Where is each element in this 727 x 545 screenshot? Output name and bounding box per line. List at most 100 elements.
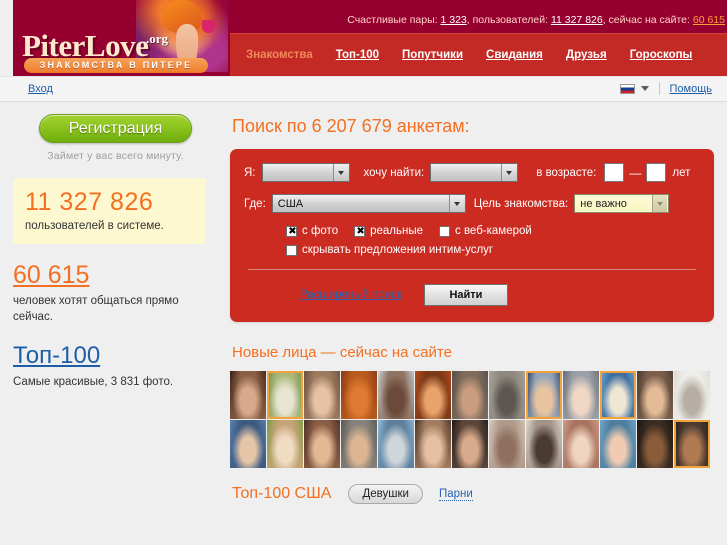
photo-22[interactable] bbox=[526, 420, 562, 468]
photo-25[interactable] bbox=[637, 420, 673, 468]
site-logo[interactable]: PiterLove .org ЗНАКОМСТВА В ПИТЕРЕ bbox=[13, 0, 230, 76]
label-hide-intim: скрывать предложения интим-услуг bbox=[302, 244, 494, 256]
checkbox-real[interactable] bbox=[354, 225, 366, 238]
photo-7[interactable] bbox=[452, 371, 488, 419]
country-select[interactable]: США bbox=[271, 194, 466, 213]
photo-24[interactable] bbox=[600, 420, 636, 468]
goal-select[interactable]: не важно bbox=[574, 194, 670, 213]
label-where: Где: bbox=[244, 197, 266, 210]
tab-boys[interactable]: Парни bbox=[438, 488, 473, 501]
label-real: реальные bbox=[370, 225, 423, 237]
photo-3[interactable] bbox=[304, 371, 340, 419]
stats-online-value[interactable]: 60 615 bbox=[693, 14, 725, 26]
new-faces-title: Новые лица — сейчас на сайте bbox=[232, 344, 452, 361]
photo-20[interactable] bbox=[452, 420, 488, 468]
nav-item-goroskopy[interactable]: Гороскопы bbox=[630, 49, 693, 61]
photo-6[interactable] bbox=[415, 371, 451, 419]
photo-23[interactable] bbox=[563, 420, 599, 468]
online-count-caption: человек хотят общаться прямо сейчас. bbox=[13, 295, 179, 323]
chevron-down-icon bbox=[448, 195, 464, 212]
stats-users-label: , пользователей: bbox=[466, 14, 549, 26]
site-stats: Счастливые пары: 1 323, пользователей: 1… bbox=[347, 14, 725, 26]
nav-item-druzya[interactable]: Друзья bbox=[566, 49, 607, 61]
chevron-down-icon bbox=[332, 164, 348, 181]
online-count-block: 60 615 человек хотят общаться прямо сейч… bbox=[13, 261, 218, 325]
register-subtext: Займет у вас всего минуту. bbox=[47, 150, 184, 162]
site-header: PiterLove .org ЗНАКОМСТВА В ПИТЕРЕ Счаст… bbox=[0, 0, 727, 76]
search-panel: Я: хочу найти: в возрасте: — лет Где: СШ… bbox=[230, 149, 714, 322]
photo-15[interactable] bbox=[267, 420, 303, 468]
chevron-down-icon bbox=[501, 164, 517, 181]
photo-10[interactable] bbox=[563, 371, 599, 419]
chevron-down-icon[interactable] bbox=[640, 86, 649, 91]
login-bar: Вход Помощь bbox=[0, 76, 727, 102]
logo-tagline: ЗНАКОМСТВА В ПИТЕРЕ bbox=[24, 58, 208, 73]
label-find: хочу найти: bbox=[363, 166, 425, 179]
photo-19[interactable] bbox=[415, 420, 451, 468]
label-age: в возрасте: bbox=[536, 166, 597, 179]
main-navigation: Знакомства Топ-100 Попутчики Свидания Др… bbox=[230, 33, 727, 76]
nav-item-svidaniya[interactable]: Свидания bbox=[486, 49, 543, 61]
stats-couples-value[interactable]: 1 323 bbox=[440, 14, 466, 26]
age-dash: — bbox=[629, 165, 642, 180]
photo-2[interactable] bbox=[267, 371, 303, 419]
find-button[interactable]: Найти bbox=[423, 284, 508, 306]
photo-5[interactable] bbox=[378, 371, 414, 419]
goal-value: не важно bbox=[580, 197, 627, 210]
login-link[interactable]: Вход bbox=[28, 83, 53, 95]
photo-11[interactable] bbox=[600, 371, 636, 419]
checkbox-webcam[interactable] bbox=[439, 225, 450, 237]
online-count-value[interactable]: 60 615 bbox=[13, 261, 218, 289]
language-selector[interactable]: Помощь bbox=[619, 82, 713, 95]
label-goal: Цель знакомства: bbox=[473, 197, 569, 210]
gender-me-select[interactable] bbox=[261, 163, 350, 182]
search-row-location: Где: США Цель знакомства: не важно bbox=[230, 194, 714, 213]
photo-26[interactable] bbox=[674, 420, 710, 468]
photo-13[interactable] bbox=[674, 371, 710, 419]
search-filters-row-1: с фото реальные с веб-камерой bbox=[230, 225, 714, 238]
top100-block: Топ-100 Самые красивые, 3 831 фото. bbox=[13, 342, 218, 390]
age-to-input[interactable] bbox=[646, 163, 667, 182]
tab-girls[interactable]: Девушки bbox=[348, 484, 423, 504]
logo-wordmark: PiterLove bbox=[22, 28, 149, 63]
nav-item-top100[interactable]: Топ-100 bbox=[336, 49, 379, 61]
users-count-box: 11 327 826 пользователей в системе. bbox=[13, 178, 206, 244]
header-right: Счастливые пары: 1 323, пользователей: 1… bbox=[230, 0, 727, 76]
sidebar: Регистрация Займет у вас всего минуту. 1… bbox=[13, 102, 218, 390]
stats-online-label: , сейчас на сайте: bbox=[602, 14, 690, 26]
search-title: Поиск по 6 207 679 анкетам: bbox=[232, 116, 470, 136]
russian-flag-icon[interactable] bbox=[619, 83, 635, 94]
users-count-value: 11 327 826 bbox=[25, 188, 154, 216]
checkbox-hide-intim[interactable] bbox=[286, 244, 297, 256]
photo-16[interactable] bbox=[304, 420, 340, 468]
label-me: Я: bbox=[244, 166, 256, 179]
photo-18[interactable] bbox=[378, 420, 414, 468]
search-row-primary: Я: хочу найти: в возрасте: — лет bbox=[230, 163, 714, 182]
panel-divider bbox=[248, 269, 696, 270]
stats-couples-label: Счастливые пары: bbox=[347, 14, 438, 26]
chevron-down-icon bbox=[652, 195, 668, 212]
age-unit-label: лет bbox=[672, 166, 691, 179]
stats-users-value[interactable]: 11 327 826 bbox=[551, 14, 603, 26]
country-value: США bbox=[277, 197, 304, 210]
age-from-input[interactable] bbox=[604, 163, 625, 182]
photo-4[interactable] bbox=[341, 371, 377, 419]
help-link[interactable]: Помощь bbox=[670, 83, 713, 95]
new-faces-grid bbox=[230, 371, 713, 468]
sidebar-top100-link[interactable]: Топ-100 bbox=[13, 342, 218, 370]
advanced-search-link[interactable]: Расширеный поиск bbox=[300, 289, 402, 301]
photo-9[interactable] bbox=[526, 371, 562, 419]
main-column: Поиск по 6 207 679 анкетам: Я: хочу найт… bbox=[230, 102, 727, 504]
photo-17[interactable] bbox=[341, 420, 377, 468]
photo-8[interactable] bbox=[489, 371, 525, 419]
photo-1[interactable] bbox=[230, 371, 266, 419]
nav-item-znakomstva[interactable]: Знакомства bbox=[246, 49, 313, 61]
photo-12[interactable] bbox=[637, 371, 673, 419]
nav-item-poputchiki[interactable]: Попутчики bbox=[402, 49, 463, 61]
register-button[interactable]: Регистрация bbox=[39, 114, 192, 143]
photo-21[interactable] bbox=[489, 420, 525, 468]
checkbox-with-photo[interactable] bbox=[286, 225, 298, 238]
photo-14[interactable] bbox=[230, 420, 266, 468]
gender-find-select[interactable] bbox=[430, 163, 519, 182]
label-with-photo: с фото bbox=[302, 225, 339, 237]
